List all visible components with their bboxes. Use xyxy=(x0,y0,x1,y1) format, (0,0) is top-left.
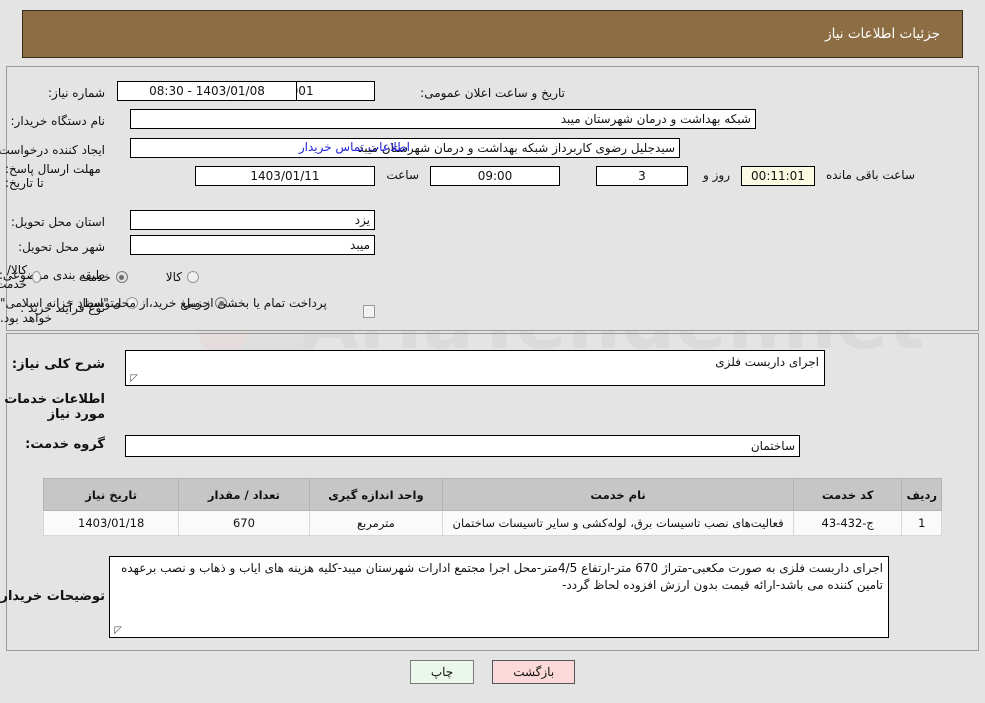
category-option-label-1: خدمت xyxy=(78,270,111,284)
table-header-row: ردیف کد خدمت نام خدمت واحد اندازه گیری ت… xyxy=(42,478,942,511)
province-value: یزد xyxy=(130,210,375,230)
category-option-kala-khedmat[interactable]: کالا/خدمت xyxy=(0,263,41,291)
description-value: اجرای داربست فلزی xyxy=(715,355,819,369)
field-city: شهر محل تحویل: xyxy=(18,236,105,258)
resize-grip-icon-notes[interactable]: ◸ xyxy=(112,626,122,636)
col-date: تاریخ نیاز xyxy=(42,478,180,511)
cell-code: ج-432-43 xyxy=(792,509,903,537)
services-section-heading: اطلاعات خدمات مورد نیاز xyxy=(4,392,105,422)
remaining-days-value: 3 xyxy=(596,166,688,186)
field-requester: ایجاد کننده درخواست: xyxy=(0,139,105,161)
cell-qty: 670 xyxy=(178,509,310,537)
deadline-hour-value: 09:00 xyxy=(430,166,560,186)
field-need-number: شماره نیاز: xyxy=(48,82,105,104)
back-button[interactable]: بازگشت xyxy=(492,660,576,684)
treasury-checkbox-row[interactable]: پرداخت تمام یا بخشی از مبلغ خرید،از محل … xyxy=(0,296,375,326)
deadline-label: مهلت ارسال پاسخ: تا تاریخ: xyxy=(5,162,101,190)
buyer-org-label: نام دستگاه خریدار: xyxy=(10,113,106,128)
city-value: میبد xyxy=(130,235,375,255)
action-button-bar: بازگشت چاپ xyxy=(0,660,985,684)
need-number-label: شماره نیاز: xyxy=(48,85,105,100)
need-info-panel xyxy=(6,66,979,331)
deadline-date-value: 1403/01/11 xyxy=(195,166,375,186)
page-title: جزئیات اطلاعات نیاز xyxy=(825,26,940,42)
col-radif: ردیف xyxy=(901,478,942,511)
col-name: نام خدمت xyxy=(442,478,794,511)
resize-grip-icon[interactable]: ◸ xyxy=(128,374,138,384)
field-announce-label: تاریخ و ساعت اعلان عمومی: xyxy=(420,82,565,104)
buyer-notes-textarea[interactable]: اجرای داربست فلزی به صورت مکعبی-متراژ 67… xyxy=(109,556,889,638)
category-radio-group: کالا خدمت کالا/خدمت xyxy=(0,263,199,291)
category-option-label-2: کالا/خدمت xyxy=(0,263,28,291)
category-option-kala[interactable]: کالا xyxy=(166,270,199,284)
cell-radif: 1 xyxy=(901,509,942,537)
cell-name: فعالیت‌های نصب تاسیسات برق، لوله‌کشی و س… xyxy=(442,509,794,537)
service-group-label: گروه خدمت: xyxy=(25,437,105,452)
remaining-days-label: روز و xyxy=(703,168,730,182)
service-group-value: ساختمان xyxy=(125,435,800,457)
radio-kala-khedmat[interactable] xyxy=(32,271,41,283)
description-label: شرح کلی نیاز: xyxy=(11,357,105,372)
page-title-bar: جزئیات اطلاعات نیاز xyxy=(22,10,963,58)
buyer-contact-link[interactable]: اطلاعات تماس خریدار xyxy=(299,140,410,154)
countdown-label: ساعت باقی مانده xyxy=(825,168,915,182)
category-option-khedmat[interactable]: خدمت xyxy=(79,270,128,284)
radio-kala[interactable] xyxy=(187,271,199,283)
services-table: ردیف کد خدمت نام خدمت واحد اندازه گیری ت… xyxy=(42,478,942,537)
col-qty: تعداد / مقدار xyxy=(178,478,310,511)
print-button[interactable]: چاپ xyxy=(409,660,475,684)
col-unit: واحد اندازه گیری xyxy=(308,478,444,511)
field-province: استان محل تحویل: xyxy=(11,211,105,233)
city-label: شهر محل تحویل: xyxy=(18,239,105,254)
field-buyer-org: نام دستگاه خریدار: xyxy=(11,110,106,132)
cell-unit: مترمربع xyxy=(308,509,444,537)
province-label: استان محل تحویل: xyxy=(10,214,105,229)
category-option-label-0: کالا xyxy=(165,270,182,284)
cell-date: 1403/01/18 xyxy=(42,509,180,537)
countdown-value: 00:11:01 xyxy=(741,166,815,186)
announce-datetime-label: تاریخ و ساعت اعلان عمومی: xyxy=(420,85,565,100)
table-row: 1 ج-432-43 فعالیت‌های نصب تاسیسات برق، ل… xyxy=(42,509,942,537)
treasury-checkbox[interactable] xyxy=(362,304,375,318)
treasury-checkbox-label: پرداخت تمام یا بخشی از مبلغ خرید،از محل … xyxy=(0,296,327,325)
description-textarea[interactable]: اجرای داربست فلزی ◸ xyxy=(125,350,825,386)
radio-khedmat[interactable] xyxy=(115,271,128,283)
deadline-hour-label: ساعت xyxy=(386,168,419,182)
announce-datetime-value: 1403/01/08 - 08:30 xyxy=(117,81,297,101)
col-code: کد خدمت xyxy=(792,478,903,511)
requester-label: ایجاد کننده درخواست: xyxy=(0,142,105,157)
buyer-notes-label: توضیحات خریدار: xyxy=(0,589,105,604)
buyer-org-value: شبکه بهداشت و درمان شهرستان میبد xyxy=(130,109,756,129)
buyer-notes-value: اجرای داربست فلزی به صورت مکعبی-متراژ 67… xyxy=(121,561,883,593)
